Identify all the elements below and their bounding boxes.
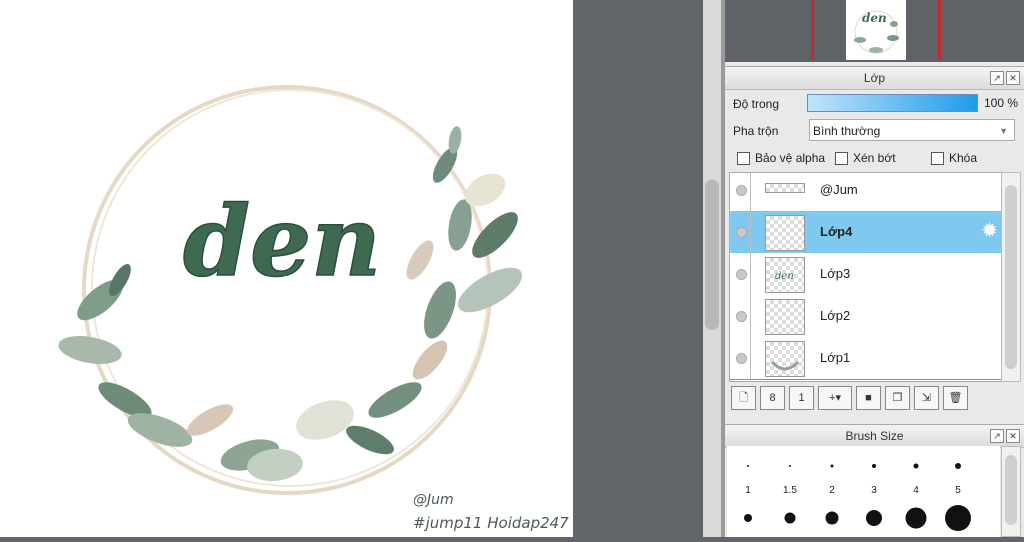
layer-name: @Jum <box>820 182 858 197</box>
opacity-label: Độ trong <box>733 97 780 111</box>
checkbox-box[interactable] <box>931 151 944 165</box>
checkbox-label: Xén bớt <box>853 151 896 165</box>
layer-thumbnail <box>765 215 805 251</box>
brush-size-grid: 1 1.5 2 3 4 5 <box>727 446 1000 537</box>
checkbox-box[interactable] <box>835 151 848 165</box>
blend-label: Pha trộn <box>733 124 779 138</box>
brush-size-large-6[interactable] <box>937 498 979 542</box>
layer-name: Lớp2 <box>820 308 851 323</box>
brush-size-1-5[interactable]: 1.5 <box>769 446 811 496</box>
new-8bit-layer-icon[interactable]: 8 <box>760 386 785 410</box>
brush-size-large-4[interactable] <box>853 498 895 542</box>
layer-row-lop4[interactable]: Lớp4 ✹ <box>730 211 1002 254</box>
brush-size-large-2[interactable] <box>769 498 811 542</box>
layer-name: Lớp3 <box>820 266 851 281</box>
layer-thumbnail <box>765 299 805 335</box>
visibility-toggle[interactable] <box>736 353 747 364</box>
right-dock: den Lớp ↗ ✕ Độ trong 100 % Pha trộn Bình… <box>725 0 1024 537</box>
checkbox-box[interactable] <box>737 151 750 165</box>
svg-text:den: den <box>775 271 794 282</box>
brush-size-3[interactable]: 3 <box>853 446 895 496</box>
layer-row-lop1[interactable]: Lớp1 <box>730 337 1002 380</box>
lock-checkbox[interactable]: Khóa <box>931 151 977 165</box>
visibility-toggle[interactable] <box>736 269 747 280</box>
new-1bit-layer-icon[interactable]: 1 <box>789 386 814 410</box>
gear-icon[interactable]: ✹ <box>981 221 998 241</box>
layer-thumbnail: den <box>765 257 805 293</box>
brush-panel-scrollbar[interactable] <box>1001 446 1021 537</box>
clipping-checkbox[interactable]: Xén bớt <box>835 151 896 165</box>
layer-thumbnail <box>765 183 805 193</box>
layer-name: Lớp4 <box>820 224 853 239</box>
checkbox-label: Bảo vệ alpha <box>755 151 826 165</box>
layer-toolbar: 🗋 8 1 +▾ ■ ❐ ⇲ 🗑 <box>731 386 968 410</box>
brush-size-4[interactable]: 4 <box>895 446 937 496</box>
brush-size-large-3[interactable] <box>811 498 853 542</box>
drawing-canvas[interactable]: den @Jum #jump11 Hoidap247 <box>0 0 573 537</box>
close-icon[interactable]: ✕ <box>1006 429 1020 443</box>
navigator-view-frame[interactable]: den <box>811 0 941 60</box>
close-icon[interactable]: ✕ <box>1006 71 1020 85</box>
navigator-panel[interactable]: den <box>725 0 1024 62</box>
canvas-vertical-scrollbar[interactable] <box>703 0 721 537</box>
visibility-toggle[interactable] <box>736 227 747 238</box>
brush-panel-title: Brush Size <box>845 429 904 443</box>
layer-panel-title: Lớp <box>863 71 886 85</box>
brush-size-5[interactable]: 5 <box>937 446 979 496</box>
layer-panel-header: Lớp ↗ ✕ <box>725 66 1024 90</box>
delete-layer-icon[interactable]: 🗑 <box>943 386 968 410</box>
chevron-down-icon: ▼ <box>999 126 1008 136</box>
duplicate-layer-icon[interactable]: ❐ <box>885 386 910 410</box>
visibility-toggle[interactable] <box>736 185 747 196</box>
checkbox-label: Khóa <box>949 151 978 165</box>
layer-name: Lớp1 <box>820 350 851 365</box>
merge-down-icon[interactable]: ⇲ <box>914 386 939 410</box>
brush-size-large-1[interactable] <box>727 498 769 542</box>
protect-alpha-checkbox[interactable]: Bảo vệ alpha <box>737 151 825 165</box>
add-layer-menu-icon[interactable]: +▾ <box>818 386 852 410</box>
layer-row-lop3[interactable]: den Lớp3 <box>730 253 1002 296</box>
visibility-toggle[interactable] <box>736 311 747 322</box>
scrollbar-thumb[interactable] <box>705 180 719 330</box>
new-folder-icon[interactable]: ■ <box>856 386 881 410</box>
opacity-slider[interactable] <box>807 94 978 112</box>
svg-text:den: den <box>862 11 887 25</box>
lettering-text: den <box>183 185 381 298</box>
navigator-thumbnail: den <box>846 0 906 60</box>
brush-size-1[interactable]: 1 <box>727 446 769 496</box>
signature-name: @Jum <box>413 492 454 508</box>
blend-mode-value: Bình thường <box>813 124 881 138</box>
scrollbar-thumb[interactable] <box>1005 455 1017 525</box>
undock-icon[interactable]: ↗ <box>990 71 1004 85</box>
signature-tag: #jump11 Hoidap247 <box>413 514 569 532</box>
artwork: den <box>58 85 523 495</box>
brush-size-large-5[interactable] <box>895 498 937 542</box>
layer-list-scrollbar[interactable] <box>1001 172 1021 382</box>
brush-panel-header: Brush Size ↗ ✕ <box>725 424 1024 448</box>
layer-thumbnail <box>765 341 805 377</box>
scrollbar-thumb[interactable] <box>1005 185 1017 369</box>
blend-mode-select[interactable]: Bình thường ▼ <box>809 119 1015 141</box>
layer-list: @Jum Lớp4 ✹ den Lớp3 Lớp2 Lớp1 <box>729 172 1003 382</box>
layer-row-jum[interactable]: @Jum <box>730 173 1002 212</box>
new-layer-icon[interactable]: 🗋 <box>731 386 756 410</box>
brush-size-2[interactable]: 2 <box>811 446 853 496</box>
undock-icon[interactable]: ↗ <box>990 429 1004 443</box>
opacity-value: 100 % <box>984 96 1019 110</box>
layer-row-lop2[interactable]: Lớp2 <box>730 295 1002 338</box>
workspace-background <box>573 0 703 537</box>
